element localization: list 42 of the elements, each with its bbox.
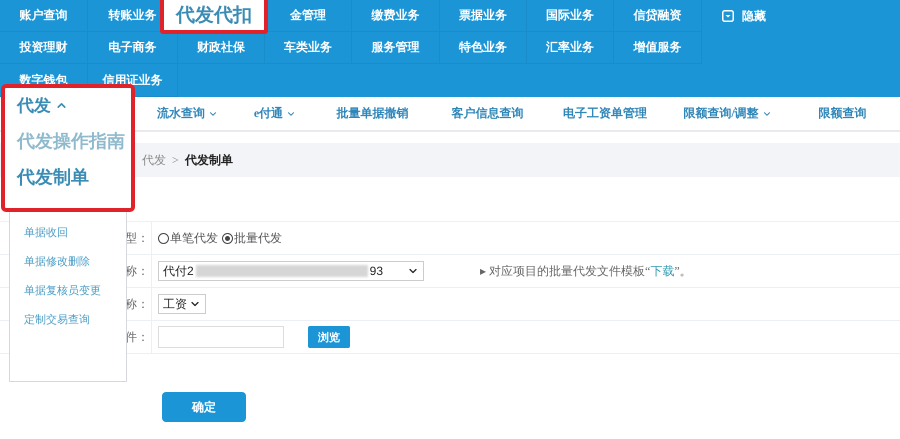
sub-nav-item[interactable]: 流水查询 [135, 105, 240, 122]
menu-item[interactable]: 转账业务 [108, 7, 156, 24]
menu-item[interactable]: 票据业务 [459, 7, 507, 24]
select-field[interactable]: 工资 [158, 294, 206, 314]
sub-nav-item[interactable]: 限额查询/调整 [670, 105, 785, 122]
menu-item[interactable]: 车类业务 [284, 39, 332, 56]
confirm-button[interactable]: 确定 [162, 392, 246, 422]
menu-item[interactable]: 缴费业务 [372, 7, 420, 24]
sub-nav-item[interactable]: 限额查询 [785, 105, 900, 122]
select-field[interactable]: 代付2 93 [158, 261, 424, 281]
hint-text: ▸ 对应项目的批量代发文件模板“下载”。 [480, 262, 692, 280]
breadcrumb-separator: > [172, 152, 179, 168]
dropdown-item[interactable]: 单据收回 [24, 225, 101, 240]
dropdown-item[interactable]: 代发操作指南 [17, 129, 131, 153]
collapse-icon [722, 10, 734, 22]
menu-item[interactable]: 服务管理 [372, 39, 420, 56]
menu-item[interactable]: 金管理 [290, 7, 326, 24]
radio-option[interactable]: 单笔代发 [158, 230, 218, 246]
dropdown-title[interactable]: 代发 [17, 94, 131, 117]
radio-option[interactable]: 批量代发 [222, 230, 282, 246]
menu-item[interactable]: 增值服务 [634, 39, 682, 56]
menu-item[interactable]: 投资理财 [20, 39, 68, 56]
sub-nav-item[interactable]: e付通 [240, 105, 310, 122]
browse-button[interactable]: 浏览 [308, 326, 350, 348]
menu-item[interactable]: 特色业务 [459, 39, 507, 56]
sub-nav-item[interactable]: 电子工资单管理 [540, 105, 670, 122]
breadcrumb-item: 代发制单 [184, 152, 233, 168]
hide-toggle[interactable]: 隐藏 [702, 8, 766, 24]
highlighted-menu-item[interactable]: 代发代扣 [160, 0, 268, 34]
menu-item[interactable]: 信贷融资 [634, 7, 682, 24]
sub-nav-item[interactable]: 批量单据撤销 [310, 105, 435, 122]
menu-item[interactable]: 电子商务 [108, 39, 156, 56]
download-link[interactable]: 下载 [650, 264, 674, 278]
menu-item[interactable]: 账户查询 [20, 7, 68, 24]
dropdown-item[interactable]: 单据修改删除 [24, 254, 101, 269]
menu-item[interactable]: 国际业务 [546, 7, 594, 24]
sub-nav-item[interactable]: 客户信息查询 [435, 105, 540, 122]
menu-item[interactable]: 财政社保 [197, 39, 245, 56]
dropdown-item[interactable]: 代发制单 [17, 165, 131, 189]
menu-item[interactable]: 汇率业务 [546, 39, 594, 56]
breadcrumb-item[interactable]: 代发 [142, 152, 166, 168]
file-input[interactable] [158, 326, 284, 348]
